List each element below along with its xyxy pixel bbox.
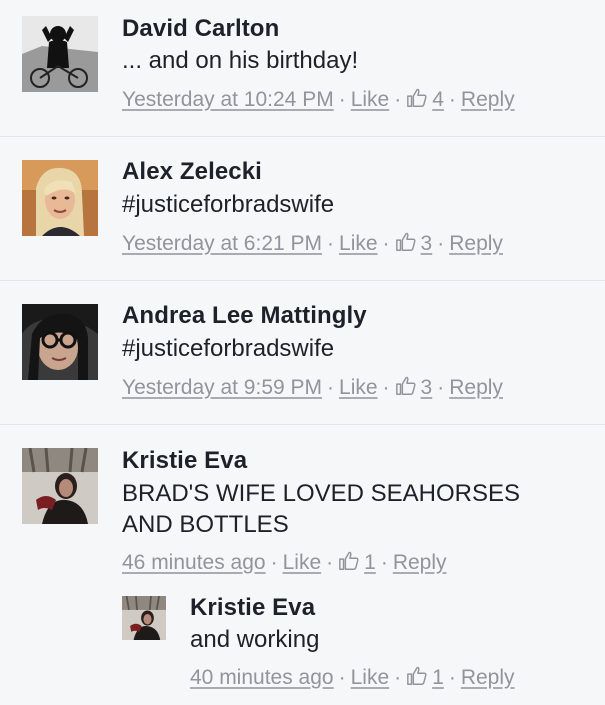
separator: ·	[448, 88, 456, 111]
like-count[interactable]: 4	[432, 88, 444, 111]
timestamp-link[interactable]: 46 minutes ago	[122, 551, 266, 574]
commenter-name[interactable]: Kristie Eva	[122, 447, 247, 475]
divider	[0, 136, 605, 137]
comment-meta: 46 minutes ago · Like · 1 · Reply	[122, 550, 447, 575]
like-count[interactable]: 3	[421, 376, 433, 399]
like-link[interactable]: Like	[283, 551, 322, 574]
like-count[interactable]: 1	[432, 666, 444, 689]
timestamp-link[interactable]: Yesterday at 6:21 PM	[122, 232, 322, 255]
avatar-photo	[22, 448, 98, 524]
comment-meta: Yesterday at 6:21 PM · Like · 3 · Reply	[122, 231, 503, 256]
like-link[interactable]: Like	[351, 666, 390, 689]
avatar[interactable]	[22, 16, 98, 92]
separator: ·	[338, 88, 346, 111]
thumbs-up-icon	[339, 551, 359, 570]
reply-link[interactable]: Reply	[449, 376, 503, 399]
separator: ·	[382, 232, 390, 255]
separator: ·	[382, 376, 390, 399]
separator: ·	[394, 88, 402, 111]
separator: ·	[437, 376, 445, 399]
comment-text: #justiceforbradswife	[122, 335, 335, 362]
timestamp-link[interactable]: Yesterday at 10:24 PM	[122, 88, 334, 111]
commenter-name[interactable]: Andrea Lee Mattingly	[122, 302, 367, 330]
comment-text: and working	[190, 626, 320, 653]
reply-link[interactable]: Reply	[449, 232, 503, 255]
comment-meta: Yesterday at 10:24 PM · Like · 4 · Reply	[122, 87, 515, 112]
timestamp-link[interactable]: 40 minutes ago	[190, 666, 334, 689]
thumbs-up-icon	[407, 88, 427, 107]
separator: ·	[338, 666, 346, 689]
thumbs-up-icon	[395, 232, 416, 251]
avatar[interactable]	[22, 448, 98, 524]
reply-link[interactable]: Reply	[461, 666, 515, 689]
like-count[interactable]: 1	[364, 551, 376, 574]
divider	[0, 424, 605, 425]
separator: ·	[394, 666, 402, 689]
separator: ·	[380, 551, 388, 574]
thumbs-up-icon	[407, 666, 427, 685]
separator: ·	[448, 666, 456, 689]
like-link[interactable]: Like	[351, 88, 390, 111]
comment-text: ... and on his birthday!	[122, 47, 359, 74]
like-link[interactable]: Like	[339, 376, 378, 399]
divider	[0, 280, 605, 281]
avatar-photo	[22, 304, 98, 380]
like-count[interactable]: 3	[421, 232, 433, 255]
commenter-name[interactable]: Alex Zelecki	[122, 158, 262, 186]
avatar[interactable]	[22, 160, 98, 236]
comment-text: #justiceforbradswife	[122, 191, 335, 218]
avatar-photo	[122, 596, 166, 640]
avatar[interactable]	[122, 596, 166, 640]
reply-link[interactable]: Reply	[461, 88, 515, 111]
avatar[interactable]	[22, 304, 98, 380]
separator: ·	[326, 551, 334, 574]
comment-text-line-2: AND BOTTLES	[122, 511, 289, 538]
like-link[interactable]: Like	[339, 232, 378, 255]
timestamp-link[interactable]: Yesterday at 9:59 PM	[122, 376, 322, 399]
commenter-name[interactable]: David Carlton	[122, 15, 279, 43]
separator: ·	[327, 232, 335, 255]
separator: ·	[270, 551, 278, 574]
commenter-name[interactable]: Kristie Eva	[190, 594, 315, 622]
separator: ·	[437, 232, 445, 255]
comment-meta: Yesterday at 9:59 PM · Like · 3 · Reply	[122, 375, 503, 400]
comment-text-line-1: BRAD'S WIFE LOVED SEAHORSES	[122, 480, 521, 507]
separator: ·	[327, 376, 335, 399]
comment-meta: 40 minutes ago · Like · 1 · Reply	[190, 665, 515, 690]
avatar-photo	[22, 160, 98, 236]
reply-link[interactable]: Reply	[393, 551, 447, 574]
avatar-photo	[22, 16, 98, 92]
thumbs-up-icon	[395, 376, 416, 395]
